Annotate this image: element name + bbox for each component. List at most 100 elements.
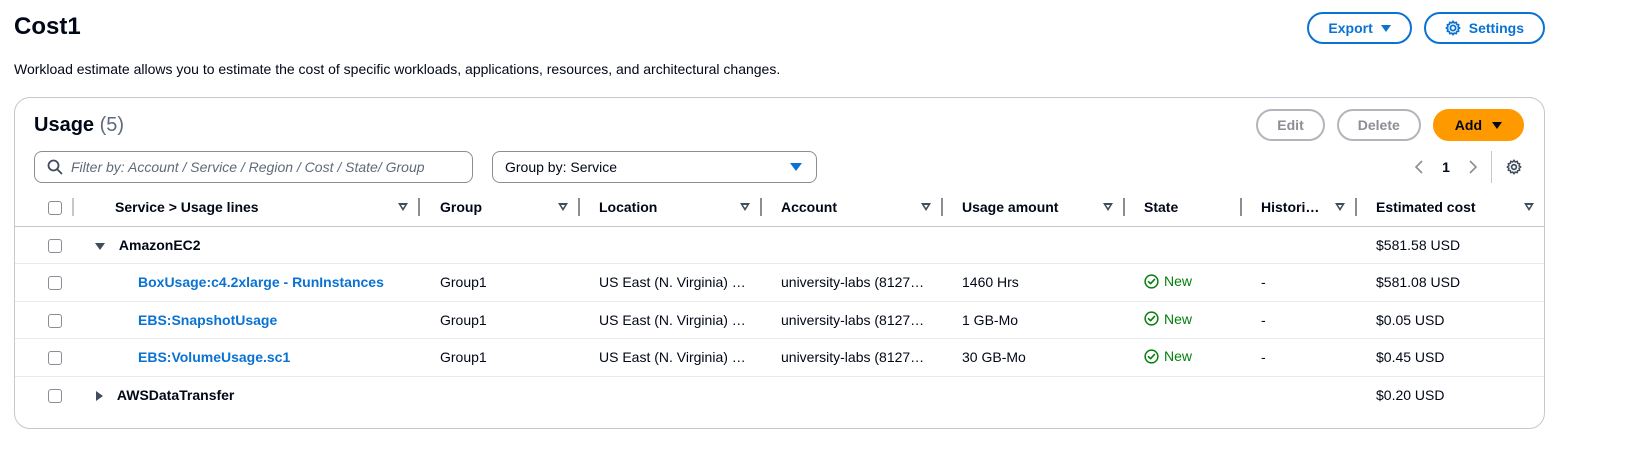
check-circle-icon [1144,311,1159,326]
table-row-group-awsdatatransfer[interactable]: AWSDataTransfer $0.20 USD [15,376,1544,414]
caret-down-icon [790,163,802,171]
filter-search[interactable] [34,151,473,183]
row-checkbox[interactable] [48,238,62,253]
column-divider [72,198,74,216]
column-header-state[interactable]: State [1125,188,1242,227]
column-header-label: Estimated cost [1376,198,1476,215]
sort-icon [1103,202,1113,211]
delete-button[interactable]: Delete [1336,109,1421,141]
gear-icon [1445,20,1461,36]
column-header-location[interactable]: Location [580,188,762,227]
table-row[interactable]: EBS:SnapshotUsage Group1 US East (N. Vir… [15,301,1544,339]
page-number[interactable]: 1 [1429,159,1463,175]
sort-icon [558,202,568,211]
historic-cell: - [1242,263,1357,302]
estimated-cost-cell: $0.45 USD [1357,338,1544,377]
usage-panel-title: Usage (5) [34,114,124,137]
column-header-usage-amount[interactable]: Usage amount [943,188,1125,227]
usage-table: Service > Usage lines Group Location Acc… [15,188,1544,414]
check-circle-icon [1144,348,1159,364]
previous-page-button[interactable] [1409,157,1429,177]
usage-amount-cell: 1 GB-Mo [943,301,1125,339]
sort-icon [740,202,750,211]
page-title: Cost1 [14,13,81,40]
usage-amount-cell: 1460 Hrs [943,263,1125,302]
group-cell: Group1 [420,338,580,377]
expand-caret-down-icon[interactable] [95,242,105,250]
status-text: New [1164,273,1193,289]
row-checkbox[interactable] [48,313,62,328]
table-preferences-button[interactable] [1504,157,1524,177]
location-cell: US East (N. Virginia) … [580,338,762,377]
chevron-right-icon [1469,160,1478,174]
location-cell: US East (N. Virginia) … [580,301,762,339]
row-checkbox[interactable] [48,351,62,366]
page-description: Workload estimate allows you to estimate… [14,61,781,77]
usage-amount-cell: 30 GB-Mo [943,338,1125,377]
pagination: 1 [1409,151,1524,183]
status-text: New [1164,310,1193,327]
column-header-label: State [1144,198,1179,215]
group-by-select[interactable]: Group by: Service [492,151,817,183]
estimated-cost-cell: $581.58 USD [1357,226,1544,264]
expand-caret-right-icon[interactable] [96,391,103,402]
column-header-group[interactable]: Group [420,188,580,227]
settings-button[interactable]: Settings [1423,12,1545,44]
column-header-label: Service > Usage lines [115,198,259,215]
usage-line-link[interactable]: EBS:SnapshotUsage [138,312,277,328]
column-header-label: Location [599,198,658,215]
status-badge: New [1144,273,1192,289]
check-circle-icon [1144,273,1159,289]
column-header-historic[interactable]: Histori… [1242,188,1357,227]
column-header-service[interactable]: Service > Usage lines [82,188,420,227]
historic-cell: - [1242,338,1357,377]
sort-icon [398,202,408,211]
chevron-left-icon [1414,160,1423,174]
export-button-label: Export [1328,20,1373,36]
row-checkbox[interactable] [48,389,62,404]
select-all-cell [15,188,82,227]
table-row-group-amazonec2[interactable]: AmazonEC2 $581.58 USD [15,226,1544,264]
filter-input[interactable] [71,159,461,175]
historic-cell: - [1242,301,1357,339]
gear-icon [1506,159,1522,175]
column-header-account[interactable]: Account [762,188,943,227]
header-actions: Export Settings [1307,12,1545,44]
status-text: New [1164,348,1193,364]
sort-icon [921,202,931,211]
select-all-checkbox[interactable] [48,200,62,215]
group-cell: Group1 [420,263,580,302]
status-badge: New [1144,348,1192,364]
caret-down-icon [1380,24,1391,32]
estimated-cost-cell: $0.20 USD [1376,387,1445,403]
sort-icon [1335,202,1345,211]
group-cell: Group1 [420,301,580,339]
usage-line-link[interactable]: EBS:VolumeUsage.sc1 [138,349,290,365]
add-button[interactable]: Add [1432,109,1524,141]
table-row[interactable]: EBS:VolumeUsage.sc1 Group1 US East (N. V… [15,338,1544,377]
row-checkbox[interactable] [48,276,62,291]
add-button-label: Add [1454,117,1482,133]
estimated-cost-cell: $0.05 USD [1357,301,1544,339]
account-cell: university-labs (8127… [762,301,943,339]
usage-count: (5) [99,114,125,136]
next-page-button[interactable] [1463,157,1483,177]
usage-line-link[interactable]: BoxUsage:c4.2xlarge - RunInstances [138,274,384,290]
settings-button-label: Settings [1468,20,1524,36]
estimated-cost-cell: $581.08 USD [1357,263,1544,302]
account-cell: university-labs (8127… [762,338,943,377]
usage-title: Usage [34,114,95,136]
service-group-name: AmazonEC2 [118,236,201,253]
account-cell: university-labs (8127… [762,263,943,302]
service-group-name: AWSDataTransfer [116,387,235,403]
export-button[interactable]: Export [1307,12,1412,44]
column-header-label: Histori… [1261,198,1320,215]
location-cell: US East (N. Virginia) … [580,263,762,302]
edit-button[interactable]: Edit [1256,109,1325,141]
status-badge: New [1144,311,1192,327]
group-by-value: Group by: Service [505,159,618,175]
table-header-row: Service > Usage lines Group Location Acc… [15,188,1544,227]
table-row[interactable]: BoxUsage:c4.2xlarge - RunInstances Group… [15,263,1544,302]
usage-actions: Edit Delete Add [1256,109,1524,141]
column-header-estimated-cost[interactable]: Estimated cost [1357,188,1544,227]
